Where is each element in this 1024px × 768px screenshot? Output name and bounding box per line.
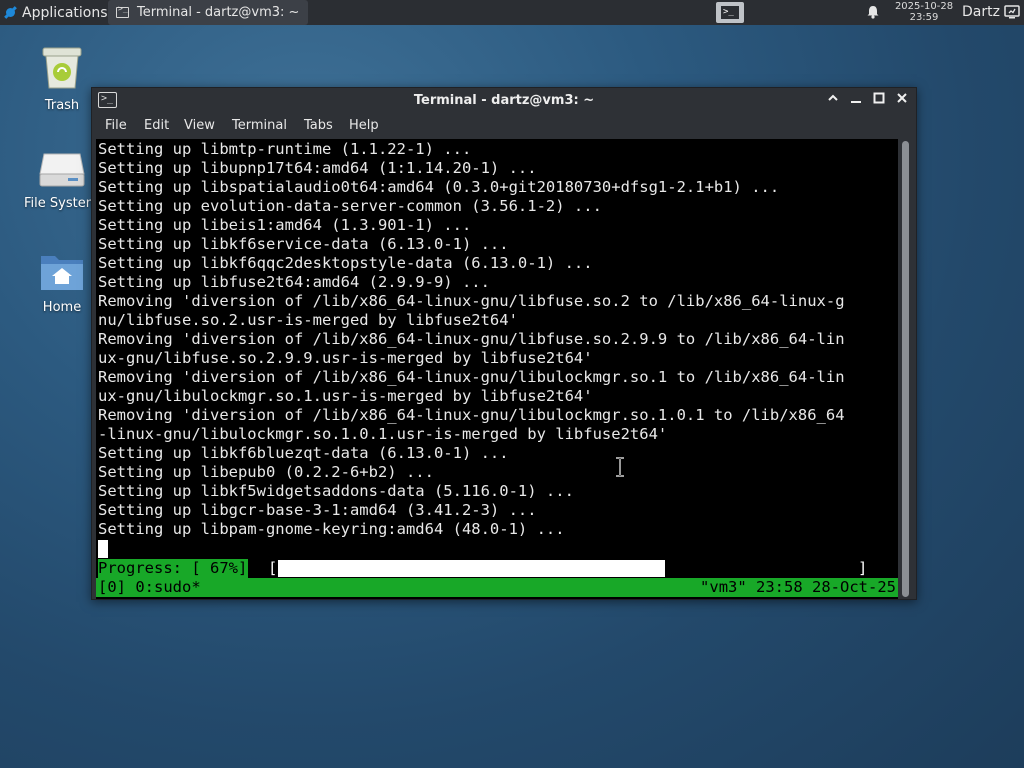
tmux-status-right: "vm3" 23:58 28-Oct-25: [700, 578, 896, 596]
maximize-icon: [873, 92, 885, 104]
trash-icon: [42, 47, 82, 89]
menu-view[interactable]: View: [184, 118, 215, 133]
terminal-line: Removing 'diversion of /lib/x86_64-linux…: [98, 330, 845, 348]
menu-bar: File Edit View Terminal Tabs Help: [92, 115, 916, 137]
progress-bracket-open: [: [268, 559, 278, 577]
applications-menu-button[interactable]: Applications: [0, 0, 108, 25]
terminal-icon: [116, 4, 129, 18]
scrollbar-thumb[interactable]: [902, 141, 909, 597]
top-panel: Applications Terminal - dartz@vm3: ~ >_ …: [0, 0, 1024, 25]
taskbar-terminal-label: Terminal - dartz@vm3: ~: [137, 5, 300, 20]
menu-file[interactable]: File: [105, 118, 127, 133]
minimize-button[interactable]: [848, 92, 864, 108]
terminal-line: Setting up libgcr-base-3-1:amd64 (3.41.2…: [98, 501, 537, 519]
tmux-window-list[interactable]: [0] 0:sudo*: [98, 578, 201, 597]
terminal-line: ux-gnu/libulockmgr.so.1.usr-is-merged by…: [98, 387, 593, 405]
terminal-line: Setting up evolution-data-server-common …: [98, 197, 602, 215]
user-menu-label[interactable]: Dartz: [962, 4, 1000, 20]
terminal-line: -linux-gnu/libulockmgr.so.1.0.1.usr-is-m…: [98, 425, 668, 443]
shade-button[interactable]: [825, 92, 841, 108]
clock[interactable]: 2025-10-28 23:59: [893, 1, 955, 23]
xfce-logo-icon: [3, 5, 18, 20]
terminal-line: Setting up libkf6service-data (6.13.0-1)…: [98, 235, 509, 253]
terminal-output[interactable]: Setting up libmtp-runtime (1.1.22-1) ...…: [96, 139, 898, 599]
window-titlebar[interactable]: >_ Terminal - dartz@vm3: ~: [92, 88, 916, 114]
terminal-line: Removing 'diversion of /lib/x86_64-linux…: [98, 406, 845, 424]
menu-tabs[interactable]: Tabs: [304, 118, 333, 133]
terminal-line: Setting up libpam-gnome-keyring:amd64 (4…: [98, 520, 565, 538]
terminal-line: ux-gnu/libfuse.so.2.9.9.usr-is-merged by…: [98, 349, 593, 367]
progress-bracket-close: ]: [858, 559, 868, 577]
terminal-line: Setting up libfuse2t64:amd64 (2.9.9-9) .…: [98, 273, 490, 291]
terminal-window[interactable]: >_ Terminal - dartz@vm3: ~ File Edit Vie…: [91, 87, 917, 600]
clock-date: 2025-10-28: [894, 1, 954, 12]
text-cursor-ibeam-icon: [616, 457, 624, 477]
terminal-line: Setting up libspatialaudio0t64:amd64 (0.…: [98, 178, 780, 196]
terminal-line: Setting up libupnp17t64:amd64 (1:1.14.20…: [98, 159, 537, 177]
terminal-scrollbar[interactable]: [900, 141, 910, 597]
terminal-line: Setting up libkf6bluezqt-data (6.13.0-1)…: [98, 444, 509, 462]
close-icon: [897, 93, 907, 103]
menu-help[interactable]: Help: [349, 118, 379, 133]
progress-bar-fill: [278, 560, 665, 577]
notification-bell-icon[interactable]: [866, 5, 880, 19]
terminal-line: nu/libfuse.so.2.usr-is-merged by libfuse…: [98, 311, 518, 329]
chevron-up-icon: [828, 94, 838, 101]
minimize-icon: [851, 101, 861, 103]
terminal-line: Removing 'diversion of /lib/x86_64-linux…: [98, 292, 845, 310]
clock-time: 23:59: [909, 12, 939, 23]
terminal-line: Setting up libkf6qqc2desktopstyle-data (…: [98, 254, 593, 272]
terminal-line: Setting up libkf5widgetsaddons-data (5.1…: [98, 482, 574, 500]
session-menu-icon[interactable]: [1004, 5, 1020, 19]
text-cursor: [98, 540, 108, 558]
applications-label: Applications: [22, 4, 108, 21]
terminal-line: Setting up libeis1:amd64 (1.3.901-1) ...: [98, 216, 472, 234]
home-folder-icon: [41, 256, 83, 290]
progress-label: Progress: [ 67%]: [98, 559, 249, 578]
workspace-switcher[interactable]: >_: [716, 2, 744, 23]
terminal-icon: >_: [721, 6, 739, 19]
menu-edit[interactable]: Edit: [144, 118, 169, 133]
terminal-line: Setting up libmtp-runtime (1.1.22-1) ...: [98, 140, 472, 158]
close-button[interactable]: [894, 92, 910, 108]
maximize-button[interactable]: [871, 92, 887, 108]
terminal-line: Removing 'diversion of /lib/x86_64-linux…: [98, 368, 845, 386]
menu-terminal[interactable]: Terminal: [232, 118, 287, 133]
tmux-status-bar: [0] 0:sudo* "vm3" 23:58 28-Oct-25: [96, 578, 898, 597]
drive-icon: [39, 153, 85, 187]
taskbar-terminal-button[interactable]: Terminal - dartz@vm3: ~: [108, 0, 308, 25]
terminal-line: Setting up libepub0 (0.2.2-6+b2) ...: [98, 463, 434, 481]
window-title: Terminal - dartz@vm3: ~: [413, 93, 595, 108]
